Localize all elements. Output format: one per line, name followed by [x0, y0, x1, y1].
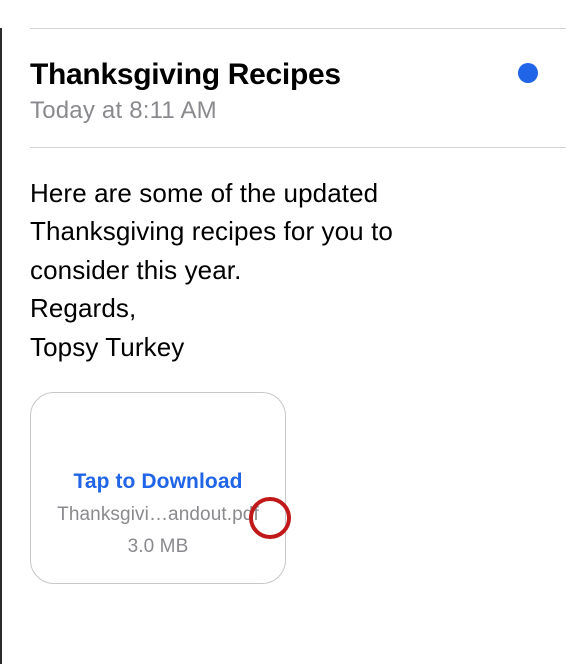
attachment-filesize: 3.0 MB — [128, 533, 189, 561]
unread-indicator-icon — [518, 63, 538, 83]
email-subject: Thanksgiving Recipes — [30, 57, 566, 93]
body-line: Topsy Turkey — [30, 328, 566, 366]
body-line: consider this year. — [30, 251, 566, 289]
body-line: Thanksgiving recipes for you to — [30, 212, 566, 250]
email-body: Here are some of the updated Thanksgivin… — [30, 148, 566, 584]
attachment-action-label: Tap to Download — [73, 466, 242, 497]
email-timestamp: Today at 8:11 AM — [30, 97, 566, 125]
email-header: Thanksgiving Recipes Today at 8:11 AM — [30, 29, 566, 147]
attachment-download-button[interactable]: Tap to Download Thanksgivi…andout.pdf 3.… — [30, 392, 286, 584]
body-line: Here are some of the updated — [30, 174, 566, 212]
email-detail-container: Thanksgiving Recipes Today at 8:11 AM He… — [0, 28, 586, 664]
attachment-filename: Thanksgivi…andout.pdf — [57, 501, 259, 529]
body-line: Regards, — [30, 289, 566, 327]
